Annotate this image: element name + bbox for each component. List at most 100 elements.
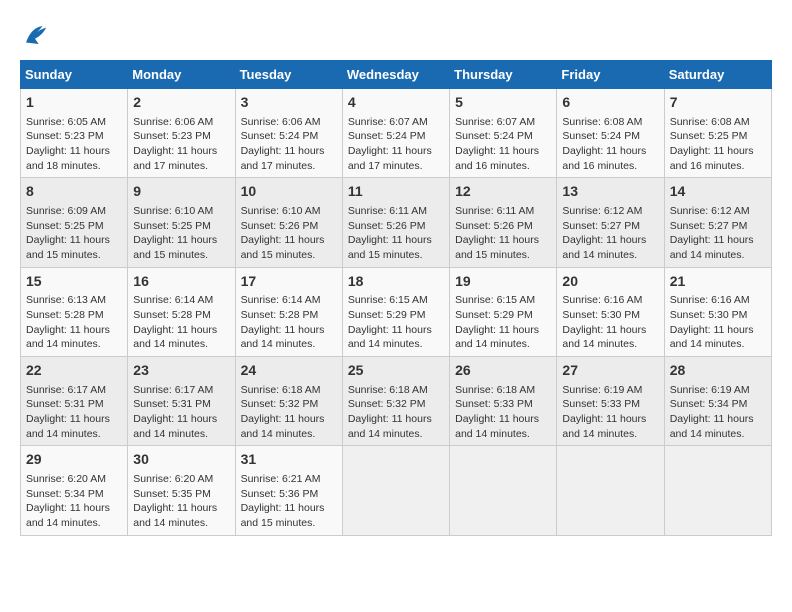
sunset-time: 5:28 PM — [65, 309, 104, 321]
sunset-time: 5:29 PM — [494, 309, 533, 321]
sunset-label: Sunset: — [26, 488, 65, 500]
sunrise-label: Sunrise: — [562, 205, 603, 217]
daylight-label: Daylight: 11 hours and 15 minutes. — [26, 234, 110, 261]
day-info: Sunrise: 6:16 AM Sunset: 5:30 PM Dayligh… — [562, 293, 658, 352]
sunrise-label: Sunrise: — [133, 473, 174, 485]
weekday-header: Wednesday — [342, 61, 449, 89]
sunset-label: Sunset: — [562, 220, 601, 232]
weekday-header: Saturday — [664, 61, 771, 89]
sunrise-label: Sunrise: — [133, 116, 174, 128]
daylight-label: Daylight: 11 hours and 14 minutes. — [348, 324, 432, 351]
calendar-cell: 8 Sunrise: 6:09 AM Sunset: 5:25 PM Dayli… — [21, 178, 128, 267]
calendar-cell: 11 Sunrise: 6:11 AM Sunset: 5:26 PM Dayl… — [342, 178, 449, 267]
day-info: Sunrise: 6:18 AM Sunset: 5:32 PM Dayligh… — [241, 383, 337, 442]
day-info: Sunrise: 6:14 AM Sunset: 5:28 PM Dayligh… — [241, 293, 337, 352]
calendar-week-row: 8 Sunrise: 6:09 AM Sunset: 5:25 PM Dayli… — [21, 178, 772, 267]
sunset-label: Sunset: — [241, 309, 280, 321]
daylight-label: Daylight: 11 hours and 14 minutes. — [133, 413, 217, 440]
day-number: 2 — [133, 93, 229, 113]
calendar-cell: 14 Sunrise: 6:12 AM Sunset: 5:27 PM Dayl… — [664, 178, 771, 267]
sunrise-label: Sunrise: — [562, 384, 603, 396]
sunset-time: 5:28 PM — [172, 309, 211, 321]
calendar-cell — [664, 446, 771, 535]
sunrise-label: Sunrise: — [670, 116, 711, 128]
day-number: 13 — [562, 182, 658, 202]
daylight-label: Daylight: 11 hours and 15 minutes. — [133, 234, 217, 261]
sunset-label: Sunset: — [26, 220, 65, 232]
sunrise-label: Sunrise: — [562, 116, 603, 128]
sunset-time: 5:24 PM — [601, 130, 640, 142]
calendar-cell — [342, 446, 449, 535]
day-number: 4 — [348, 93, 444, 113]
daylight-label: Daylight: 11 hours and 15 minutes. — [455, 234, 539, 261]
sunrise-label: Sunrise: — [455, 294, 496, 306]
sunrise-time: 6:13 AM — [67, 294, 106, 306]
calendar-cell: 22 Sunrise: 6:17 AM Sunset: 5:31 PM Dayl… — [21, 357, 128, 446]
sunset-time: 5:30 PM — [708, 309, 747, 321]
sunrise-time: 6:14 AM — [175, 294, 214, 306]
daylight-label: Daylight: 11 hours and 16 minutes. — [455, 145, 539, 172]
sunrise-time: 6:12 AM — [604, 205, 643, 217]
day-info: Sunrise: 6:05 AM Sunset: 5:23 PM Dayligh… — [26, 115, 122, 174]
day-number: 31 — [241, 450, 337, 470]
day-info: Sunrise: 6:20 AM Sunset: 5:35 PM Dayligh… — [133, 472, 229, 531]
calendar-cell: 5 Sunrise: 6:07 AM Sunset: 5:24 PM Dayli… — [450, 89, 557, 178]
daylight-label: Daylight: 11 hours and 14 minutes. — [562, 234, 646, 261]
day-number: 19 — [455, 272, 551, 292]
calendar-cell: 19 Sunrise: 6:15 AM Sunset: 5:29 PM Dayl… — [450, 267, 557, 356]
day-info: Sunrise: 6:18 AM Sunset: 5:33 PM Dayligh… — [455, 383, 551, 442]
day-number: 3 — [241, 93, 337, 113]
sunrise-label: Sunrise: — [670, 205, 711, 217]
daylight-label: Daylight: 11 hours and 14 minutes. — [455, 413, 539, 440]
day-info: Sunrise: 6:18 AM Sunset: 5:32 PM Dayligh… — [348, 383, 444, 442]
daylight-label: Daylight: 11 hours and 17 minutes. — [348, 145, 432, 172]
calendar-cell: 21 Sunrise: 6:16 AM Sunset: 5:30 PM Dayl… — [664, 267, 771, 356]
sunrise-label: Sunrise: — [26, 473, 67, 485]
day-number: 6 — [562, 93, 658, 113]
sunrise-time: 6:18 AM — [282, 384, 321, 396]
sunrise-time: 6:14 AM — [282, 294, 321, 306]
sunset-label: Sunset: — [455, 309, 494, 321]
sunset-time: 5:23 PM — [172, 130, 211, 142]
daylight-label: Daylight: 11 hours and 14 minutes. — [26, 502, 110, 529]
day-info: Sunrise: 6:07 AM Sunset: 5:24 PM Dayligh… — [348, 115, 444, 174]
calendar-cell: 17 Sunrise: 6:14 AM Sunset: 5:28 PM Dayl… — [235, 267, 342, 356]
sunset-time: 5:27 PM — [601, 220, 640, 232]
sunset-time: 5:33 PM — [494, 398, 533, 410]
sunset-label: Sunset: — [241, 398, 280, 410]
day-info: Sunrise: 6:17 AM Sunset: 5:31 PM Dayligh… — [26, 383, 122, 442]
day-number: 16 — [133, 272, 229, 292]
sunset-label: Sunset: — [26, 130, 65, 142]
day-info: Sunrise: 6:16 AM Sunset: 5:30 PM Dayligh… — [670, 293, 766, 352]
sunrise-time: 6:19 AM — [711, 384, 750, 396]
day-info: Sunrise: 6:10 AM Sunset: 5:26 PM Dayligh… — [241, 204, 337, 263]
sunset-time: 5:24 PM — [494, 130, 533, 142]
day-info: Sunrise: 6:13 AM Sunset: 5:28 PM Dayligh… — [26, 293, 122, 352]
calendar-cell: 27 Sunrise: 6:19 AM Sunset: 5:33 PM Dayl… — [557, 357, 664, 446]
sunset-label: Sunset: — [455, 398, 494, 410]
calendar-cell: 30 Sunrise: 6:20 AM Sunset: 5:35 PM Dayl… — [128, 446, 235, 535]
sunset-label: Sunset: — [133, 309, 172, 321]
day-number: 23 — [133, 361, 229, 381]
day-number: 11 — [348, 182, 444, 202]
sunrise-time: 6:19 AM — [604, 384, 643, 396]
sunrise-label: Sunrise: — [133, 384, 174, 396]
logo-icon — [20, 20, 50, 50]
sunrise-time: 6:08 AM — [604, 116, 643, 128]
daylight-label: Daylight: 11 hours and 14 minutes. — [348, 413, 432, 440]
sunrise-label: Sunrise: — [133, 294, 174, 306]
day-number: 26 — [455, 361, 551, 381]
sunrise-label: Sunrise: — [241, 384, 282, 396]
sunrise-label: Sunrise: — [562, 294, 603, 306]
daylight-label: Daylight: 11 hours and 17 minutes. — [133, 145, 217, 172]
sunrise-time: 6:20 AM — [175, 473, 214, 485]
day-number: 12 — [455, 182, 551, 202]
day-number: 21 — [670, 272, 766, 292]
daylight-label: Daylight: 11 hours and 16 minutes. — [670, 145, 754, 172]
sunrise-time: 6:18 AM — [389, 384, 428, 396]
calendar-cell: 13 Sunrise: 6:12 AM Sunset: 5:27 PM Dayl… — [557, 178, 664, 267]
sunset-time: 5:31 PM — [65, 398, 104, 410]
daylight-label: Daylight: 11 hours and 18 minutes. — [26, 145, 110, 172]
sunrise-label: Sunrise: — [670, 384, 711, 396]
weekday-header: Monday — [128, 61, 235, 89]
